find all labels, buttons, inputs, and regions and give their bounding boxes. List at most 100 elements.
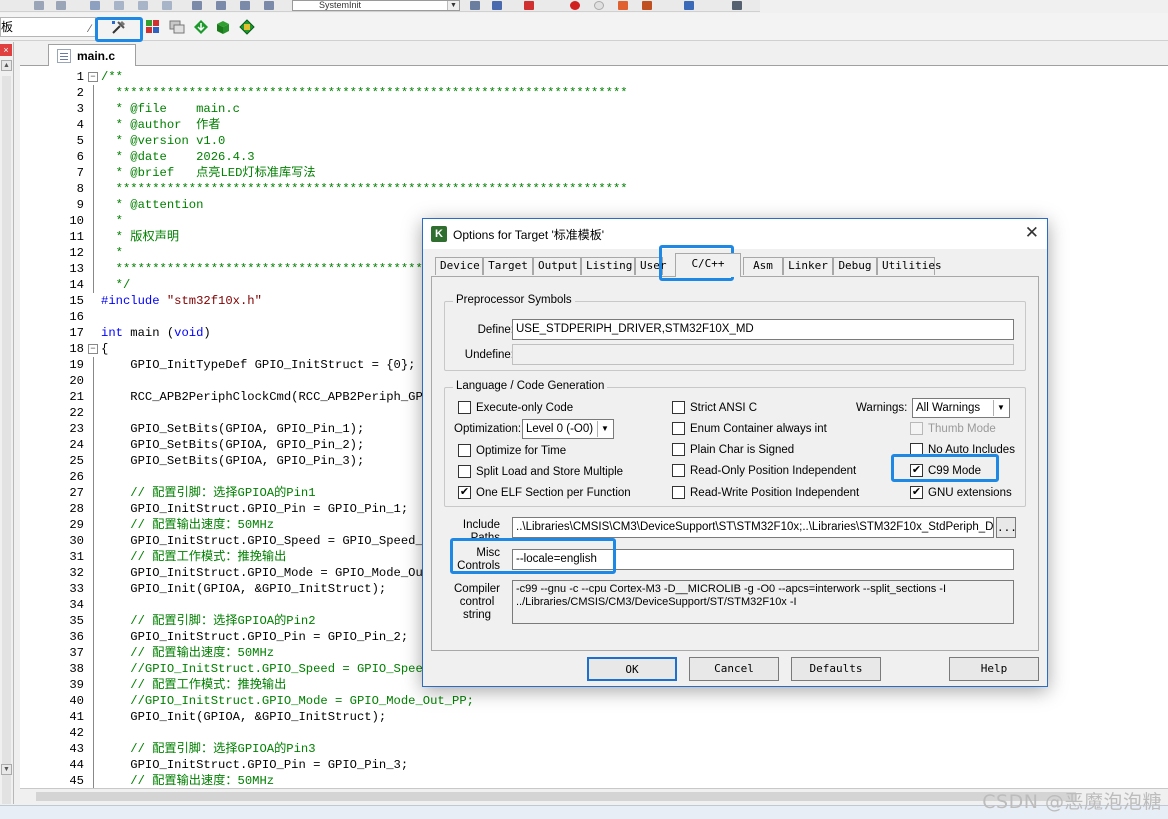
split-load-box[interactable] bbox=[458, 465, 471, 478]
close-icon[interactable]: × bbox=[0, 44, 12, 56]
code-line[interactable]: 9 * @attention bbox=[20, 197, 1168, 213]
optimize-time-box[interactable] bbox=[458, 444, 471, 457]
tab-c-c-[interactable]: C/C++ bbox=[675, 253, 741, 277]
c99-mode-checkbox[interactable]: ✔ C99 Mode bbox=[910, 464, 981, 477]
readonly-pi-box[interactable] bbox=[672, 464, 685, 477]
bookmark-prev-icon[interactable] bbox=[138, 1, 148, 10]
comment-icon[interactable] bbox=[240, 1, 250, 10]
no-auto-includes-box[interactable] bbox=[910, 443, 923, 456]
file-extensions-button[interactable] bbox=[168, 18, 186, 36]
defaults-button[interactable]: Defaults bbox=[791, 657, 881, 681]
select-packs-button[interactable] bbox=[214, 18, 232, 36]
options-for-target-button[interactable] bbox=[110, 18, 128, 36]
code-line[interactable]: 7 * @brief 点亮LED灯标准库写法 bbox=[20, 165, 1168, 181]
bookmark-next-icon[interactable] bbox=[162, 1, 172, 10]
manage-project-items-button[interactable] bbox=[144, 18, 162, 36]
no-auto-includes-checkbox[interactable]: No Auto Includes bbox=[910, 443, 1015, 456]
code-line[interactable]: 44 GPIO_InitStruct.GPIO_Pin = GPIO_Pin_3… bbox=[20, 757, 1168, 773]
optimize-time-checkbox[interactable]: Optimize for Time bbox=[458, 444, 566, 457]
download-button[interactable] bbox=[192, 18, 210, 36]
redo-icon[interactable] bbox=[56, 1, 66, 10]
code-line[interactable]: 41 GPIO_Init(GPIOA, &GPIO_InitStruct); bbox=[20, 709, 1168, 725]
code-line[interactable]: 4 * @author 作者 bbox=[20, 117, 1168, 133]
tab-user[interactable]: User bbox=[635, 257, 667, 275]
debug-icon[interactable] bbox=[524, 1, 534, 10]
include-paths-field[interactable]: ..\Libraries\CMSIS\CM3\DeviceSupport\ST\… bbox=[512, 517, 994, 538]
nav-back-icon[interactable] bbox=[90, 1, 100, 10]
scrollbar-thumb[interactable] bbox=[36, 792, 1076, 801]
c99-mode-box[interactable]: ✔ bbox=[910, 464, 923, 477]
warnings-select[interactable]: All Warnings ▼ bbox=[912, 398, 1010, 418]
one-elf-checkbox[interactable]: ✔ One ELF Section per Function bbox=[458, 486, 631, 499]
scroll-up-icon[interactable]: ▲ bbox=[1, 60, 12, 71]
thumb-mode-checkbox[interactable]: Thumb Mode bbox=[910, 422, 996, 435]
unindent-icon[interactable] bbox=[216, 1, 226, 10]
disable-breakpoint-icon[interactable] bbox=[594, 1, 604, 10]
find-in-files-icon[interactable] bbox=[470, 1, 480, 10]
tab-target[interactable]: Target bbox=[483, 257, 533, 275]
bookmark-icon[interactable] bbox=[114, 1, 124, 10]
code-line[interactable]: 8 **************************************… bbox=[20, 181, 1168, 197]
gnu-extensions-checkbox[interactable]: ✔ GNU extensions bbox=[910, 486, 1012, 499]
execute-only-box[interactable] bbox=[458, 401, 471, 414]
code-line[interactable]: 45 // 配置输出速度：50MHz bbox=[20, 773, 1168, 788]
readwrite-pi-checkbox[interactable]: Read-Write Position Independent bbox=[672, 486, 859, 499]
strict-ansi-checkbox[interactable]: Strict ANSI C bbox=[672, 401, 757, 414]
fold-toggle-icon[interactable]: − bbox=[88, 344, 98, 354]
find-icon[interactable] bbox=[492, 1, 502, 10]
optimization-select[interactable]: Level 0 (-O0) ▼ bbox=[522, 419, 614, 439]
kill-breakpoints-icon[interactable] bbox=[618, 1, 628, 10]
undo-icon[interactable] bbox=[34, 1, 44, 10]
code-line[interactable]: 42 bbox=[20, 725, 1168, 741]
thumb-mode-box[interactable] bbox=[910, 422, 923, 435]
uncomment-icon[interactable] bbox=[264, 1, 274, 10]
execute-only-checkbox[interactable]: Execute-only Code bbox=[458, 401, 573, 414]
target-select[interactable]: 板 ∕ bbox=[0, 17, 96, 37]
plain-char-checkbox[interactable]: Plain Char is Signed bbox=[672, 443, 794, 456]
strict-ansi-box[interactable] bbox=[672, 401, 685, 414]
breakpoint-icon[interactable] bbox=[570, 1, 580, 10]
code-line[interactable]: 5 * @version v1.0 bbox=[20, 133, 1168, 149]
readonly-pi-checkbox[interactable]: Read-Only Position Independent bbox=[672, 464, 856, 477]
ok-button[interactable]: OK bbox=[587, 657, 677, 681]
enum-container-box[interactable] bbox=[672, 422, 685, 435]
manage-runtime-button[interactable] bbox=[238, 18, 256, 36]
tab-linker[interactable]: Linker bbox=[783, 257, 833, 275]
undefine-field[interactable] bbox=[512, 344, 1014, 365]
code-line[interactable]: 2 **************************************… bbox=[20, 85, 1168, 101]
enum-container-checkbox[interactable]: Enum Container always int bbox=[672, 422, 827, 435]
tab-asm[interactable]: Asm bbox=[743, 257, 783, 275]
help-button[interactable]: Help bbox=[949, 657, 1039, 681]
readwrite-pi-box[interactable] bbox=[672, 486, 685, 499]
tab-utilities[interactable]: Utilities bbox=[877, 257, 942, 275]
cancel-button[interactable]: Cancel bbox=[689, 657, 779, 681]
gnu-extensions-box[interactable]: ✔ bbox=[910, 486, 923, 499]
code-line[interactable]: 43 // 配置引脚：选择GPIOA的Pin3 bbox=[20, 741, 1168, 757]
compiler-string-field[interactable]: -c99 --gnu -c --cpu Cortex-M3 -D__MICROL… bbox=[512, 580, 1014, 624]
define-field[interactable]: USE_STDPERIPH_DRIVER,STM32F10X_MD bbox=[512, 319, 1014, 340]
code-line[interactable]: 6 * @date 2026.4.3 bbox=[20, 149, 1168, 165]
tab-output[interactable]: Output bbox=[533, 257, 581, 275]
tab-device[interactable]: Device bbox=[435, 257, 483, 275]
tab-main-c[interactable]: main.c bbox=[48, 44, 136, 66]
scroll-down-icon[interactable]: ▼ bbox=[1, 764, 12, 775]
vertical-scrollbar[interactable] bbox=[2, 76, 11, 804]
configure-icon[interactable] bbox=[732, 1, 742, 10]
tools-icon[interactable] bbox=[642, 1, 652, 10]
find-combo[interactable]: SystemInit ▼ bbox=[292, 0, 460, 11]
split-load-checkbox[interactable]: Split Load and Store Multiple bbox=[458, 465, 623, 478]
indent-icon[interactable] bbox=[192, 1, 202, 10]
tab-listing[interactable]: Listing bbox=[581, 257, 635, 275]
include-paths-browse-button[interactable]: ... bbox=[996, 517, 1017, 538]
fold-toggle-icon[interactable]: − bbox=[88, 72, 98, 82]
close-icon[interactable]: ✕ bbox=[1025, 224, 1039, 242]
code-line[interactable]: 3 * @file main.c bbox=[20, 101, 1168, 117]
code-line[interactable]: 1−/** bbox=[20, 69, 1168, 85]
one-elf-box[interactable]: ✔ bbox=[458, 486, 471, 499]
chevron-down-icon[interactable]: ▼ bbox=[447, 1, 459, 10]
tab-debug[interactable]: Debug bbox=[833, 257, 877, 275]
window-layout-icon[interactable] bbox=[684, 1, 694, 10]
plain-char-box[interactable] bbox=[672, 443, 685, 456]
misc-controls-field[interactable]: --locale=english bbox=[512, 549, 1014, 570]
code-line[interactable]: 40 //GPIO_InitStruct.GPIO_Mode = GPIO_Mo… bbox=[20, 693, 1168, 709]
